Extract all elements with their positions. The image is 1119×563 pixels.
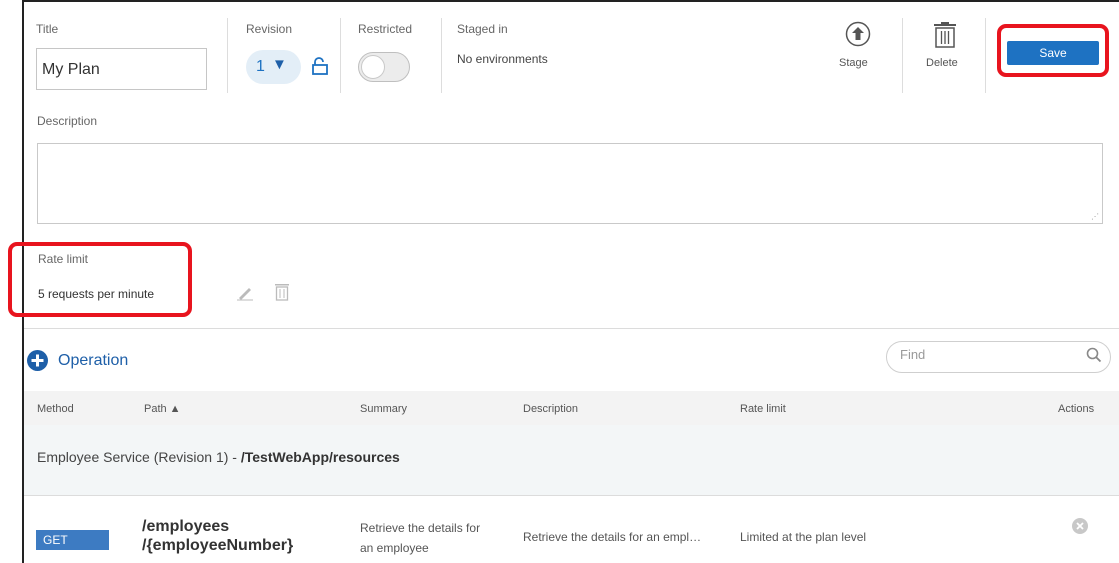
column-method[interactable]: Method — [37, 403, 74, 415]
column-actions: Actions — [1058, 403, 1095, 415]
header-divider — [227, 18, 228, 93]
find-placeholder: Find — [900, 347, 926, 362]
trash-icon[interactable] — [932, 22, 958, 48]
header-divider — [985, 18, 986, 93]
pencil-icon[interactable] — [236, 283, 254, 301]
restricted-label: Restricted — [358, 22, 413, 36]
save-highlight-box — [997, 24, 1109, 77]
revision-label: Revision — [246, 22, 293, 36]
rate-limit-highlight-box — [8, 242, 192, 317]
staged-label: Staged in — [457, 22, 508, 36]
path-line: /employees — [142, 518, 230, 535]
service-group-label: Employee Service (Revision 1) - /TestWeb… — [37, 449, 400, 465]
column-path[interactable]: Path ▲ — [144, 403, 181, 415]
header-divider — [340, 18, 341, 93]
header-divider — [902, 18, 903, 93]
column-summary[interactable]: Summary — [360, 403, 407, 415]
chevron-down-icon[interactable]: ▼ — [272, 56, 287, 73]
title-input[interactable]: My Plan — [36, 48, 207, 90]
add-circle-icon[interactable] — [27, 350, 48, 371]
method-badge: GET — [36, 530, 109, 550]
description-label: Description — [37, 114, 98, 128]
title-label: Title — [36, 22, 59, 36]
service-name: Employee Service (Revision 1) - — [37, 449, 241, 465]
operation-summary: Retrieve the details for an employee — [360, 518, 515, 558]
resize-grip-icon[interactable]: ⋰ — [1091, 212, 1099, 221]
description-textarea[interactable]: ⋰ — [37, 143, 1103, 224]
delete-button[interactable]: Delete — [926, 57, 958, 69]
stage-icon[interactable] — [845, 21, 871, 47]
trash-icon[interactable] — [274, 283, 290, 301]
section-divider — [24, 328, 1119, 329]
remove-circle-icon[interactable] — [1072, 518, 1088, 534]
service-base-path: /TestWebApp/resources — [240, 449, 400, 465]
summary-line: an employee — [360, 541, 429, 555]
header-divider — [441, 18, 442, 93]
operation-description: Retrieve the details for an empl… — [523, 530, 702, 544]
toggle-knob — [361, 55, 385, 79]
stage-button[interactable]: Stage — [839, 57, 868, 69]
revision-value[interactable]: 1 — [256, 58, 265, 76]
column-description[interactable]: Description — [523, 403, 578, 415]
summary-line: Retrieve the details for — [360, 521, 481, 535]
staged-value: No environments — [457, 52, 548, 66]
restricted-toggle[interactable] — [358, 52, 410, 82]
row-divider — [24, 495, 1119, 496]
search-icon[interactable] — [1086, 347, 1102, 363]
column-rate-limit[interactable]: Rate limit — [740, 403, 786, 415]
operation-path[interactable]: /employees /{employeeNumber} — [142, 517, 352, 555]
unlock-icon[interactable] — [310, 56, 330, 76]
operation-rate-limit: Limited at the plan level — [740, 530, 867, 544]
path-line: /{employeeNumber} — [142, 537, 294, 554]
add-operation-button[interactable]: Operation — [58, 352, 128, 370]
